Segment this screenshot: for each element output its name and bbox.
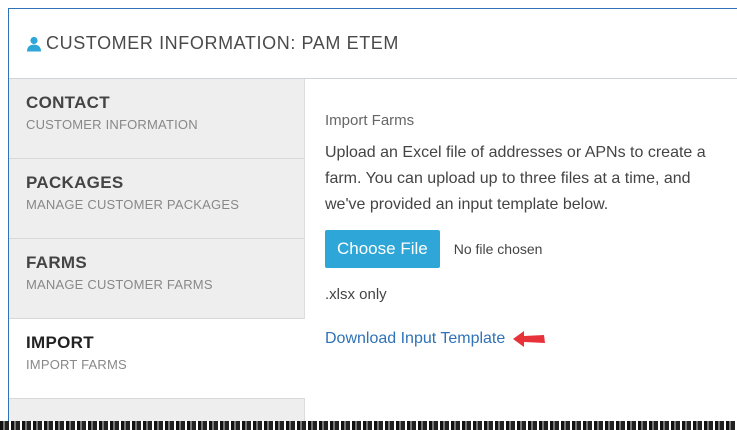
sidebar: CONTACT CUSTOMER INFORMATION PACKAGES MA…	[9, 79, 305, 430]
sidebar-item-title: CONTACT	[26, 93, 110, 112]
sidebar-item-import[interactable]: IMPORT IMPORT FARMS	[9, 319, 305, 399]
customer-info-window: CUSTOMER INFORMATION: PAM ETEM CONTACT C…	[8, 8, 737, 430]
choose-file-button[interactable]: Choose File	[325, 230, 440, 268]
user-icon	[27, 36, 41, 51]
sidebar-item-subtitle: MANAGE CUSTOMER FARMS	[26, 277, 213, 292]
sidebar-item-subtitle: MANAGE CUSTOMER PACKAGES	[26, 197, 240, 212]
download-template-link[interactable]: Download Input Template	[325, 330, 505, 348]
file-type-note: .xlsx only	[325, 286, 387, 303]
import-panel: Import Farms Upload an Excel file of add…	[325, 79, 737, 349]
section-title: Import Farms	[325, 112, 415, 129]
sidebar-item-subtitle: CUSTOMER INFORMATION	[26, 117, 198, 132]
sidebar-item-title: FARMS	[26, 253, 87, 272]
sidebar-item-subtitle: IMPORT FARMS	[26, 357, 127, 372]
sidebar-item-title: PACKAGES	[26, 173, 124, 192]
download-row: Download Input Template	[325, 329, 737, 349]
file-status-text: No file chosen	[453, 241, 543, 257]
sidebar-item-title: IMPORT	[26, 333, 94, 352]
sidebar-item-farms[interactable]: FARMS MANAGE CUSTOMER FARMS	[9, 239, 304, 319]
red-arrow-icon	[513, 331, 546, 347]
file-input-row: Choose File No file chosen	[325, 230, 737, 268]
page-title: CUSTOMER INFORMATION: PAM ETEM	[46, 33, 400, 53]
window-header: CUSTOMER INFORMATION: PAM ETEM	[9, 9, 737, 79]
import-description: Upload an Excel file of addresses or APN…	[325, 144, 706, 213]
sidebar-item-contact[interactable]: CONTACT CUSTOMER INFORMATION	[9, 79, 304, 159]
sidebar-item-packages[interactable]: PACKAGES MANAGE CUSTOMER PACKAGES	[9, 159, 304, 239]
screenshot-torn-edge	[0, 421, 737, 430]
